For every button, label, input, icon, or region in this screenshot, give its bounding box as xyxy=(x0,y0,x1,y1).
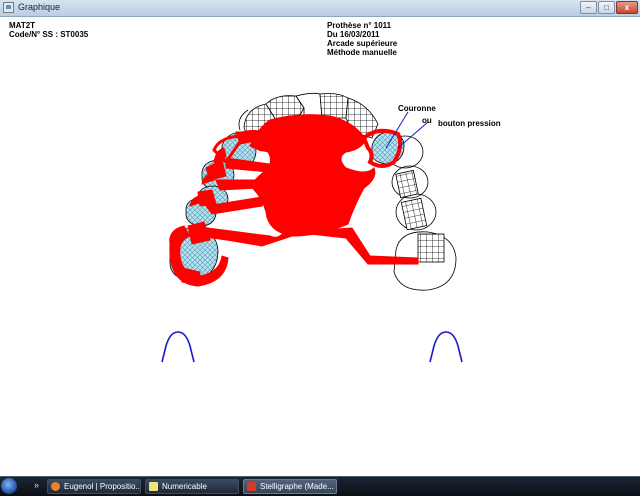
arch-markers xyxy=(161,331,463,363)
app-window-icon xyxy=(3,2,14,13)
taskbar: » Eugenol | Propositio... Numericable St… xyxy=(0,476,640,496)
graphic-canvas: MAT2T Code/N° SS : ST0035 Prothèse n° 10… xyxy=(0,17,640,476)
right-grid-teeth xyxy=(395,169,445,263)
maximize-button[interactable]: □ xyxy=(598,1,615,14)
annotation-bouton: bouton pression xyxy=(438,119,501,128)
taskbar-item-eugenol[interactable]: Eugenol | Propositio... xyxy=(47,479,141,494)
taskbar-item-label: Eugenol | Propositio... xyxy=(64,482,141,491)
taskbar-item-numericable[interactable]: Numericable xyxy=(145,479,239,494)
graphique-window: Graphique – □ x MAT2T Code/N° SS : ST003… xyxy=(0,0,640,476)
tooth-app-icon xyxy=(247,482,256,491)
taskbar-overflow-icon[interactable]: » xyxy=(34,480,39,490)
close-button[interactable]: x xyxy=(616,1,638,14)
document-icon xyxy=(149,482,158,491)
windows-orb-icon[interactable] xyxy=(1,478,17,494)
annotation-ou: ou xyxy=(422,116,432,125)
title-bar[interactable]: Graphique – □ x xyxy=(0,0,640,17)
taskbar-item-label: Stelligraphe (Made... xyxy=(260,482,334,491)
window-controls: – □ x xyxy=(580,1,638,14)
taskbar-item-stelligraphe[interactable]: Stelligraphe (Made... xyxy=(243,479,337,494)
dental-arch-diagram xyxy=(161,92,463,363)
annotation-couronne: Couronne xyxy=(398,104,436,113)
window-title: Graphique xyxy=(18,2,61,12)
firefox-icon xyxy=(51,482,60,491)
taskbar-item-label: Numericable xyxy=(162,482,207,491)
minimize-button[interactable]: – xyxy=(580,1,597,14)
